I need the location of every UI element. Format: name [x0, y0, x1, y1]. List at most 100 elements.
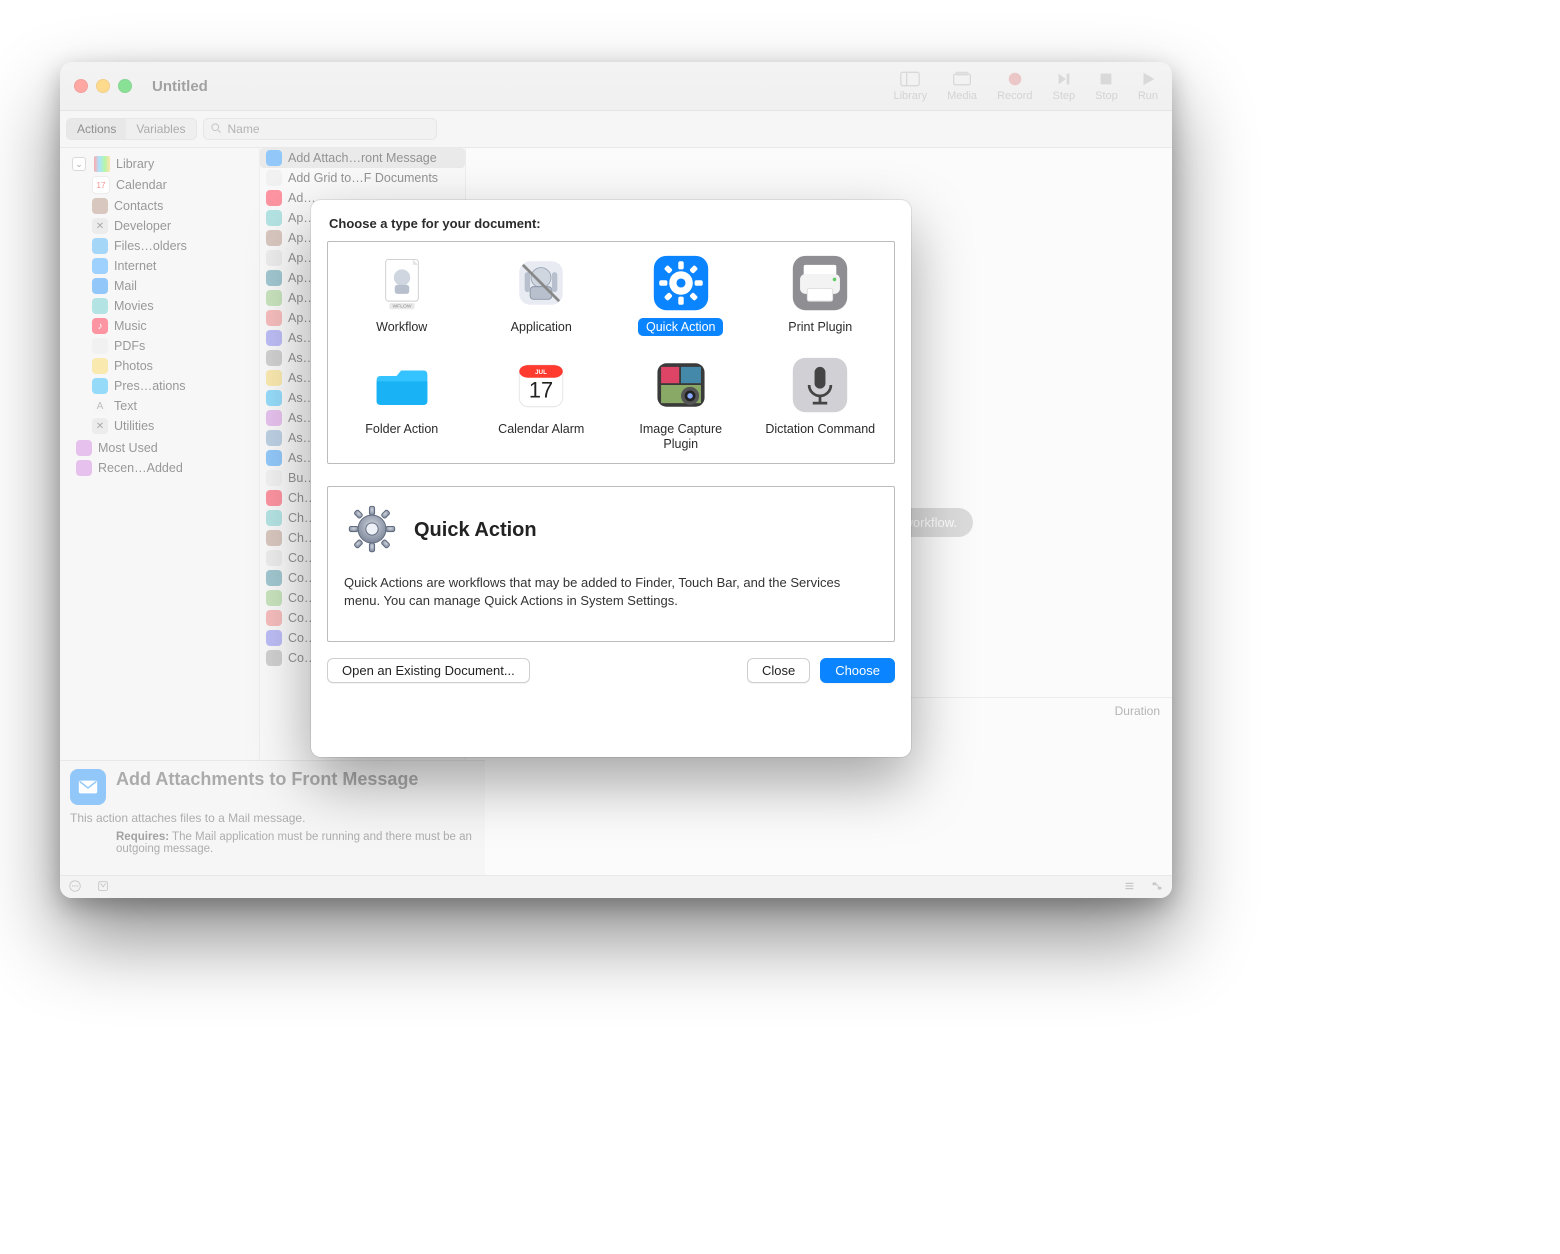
- detail-subtitle: This action attaches files to a Mail mes…: [70, 811, 475, 825]
- action-label: Add Attach…ront Message: [288, 151, 437, 165]
- sidebar-item-mail[interactable]: Mail: [62, 276, 257, 296]
- action-icon: [266, 230, 282, 246]
- mail-icon: [92, 278, 108, 294]
- type-workflow[interactable]: WFLOWWorkflow: [332, 248, 472, 336]
- sidebar-item-files-folders[interactable]: Files…olders: [62, 236, 257, 256]
- window-title: Untitled: [152, 78, 208, 95]
- detail-requires: Requires: The Mail application must be r…: [70, 831, 475, 855]
- type-quick-action[interactable]: Quick Action: [611, 248, 751, 336]
- type-label: Image Capture Plugin: [615, 420, 747, 453]
- sidebar-item-photos[interactable]: Photos: [62, 356, 257, 376]
- action-icon: [266, 270, 282, 286]
- action-icon: [266, 210, 282, 226]
- library-subbar: Actions Variables: [60, 111, 1172, 148]
- type-application[interactable]: Application: [472, 248, 612, 336]
- type-dictation-command[interactable]: Dictation Command: [751, 350, 891, 453]
- internet-icon: [92, 258, 108, 274]
- action-icon: [266, 530, 282, 546]
- desc-text: Quick Actions are workflows that may be …: [344, 574, 878, 609]
- action-icon: [266, 450, 282, 466]
- window-controls: [74, 79, 132, 93]
- action-icon: [266, 250, 282, 266]
- mail-icon: [70, 769, 106, 805]
- run-button[interactable]: Run: [1138, 70, 1158, 102]
- text-icon: A: [92, 398, 108, 414]
- crossed-tools-icon: ✕: [92, 218, 108, 234]
- status-info-icon[interactable]: [68, 879, 82, 896]
- svg-text:JUL: JUL: [535, 370, 547, 377]
- segment-variables[interactable]: Variables: [126, 119, 195, 139]
- action-icon: [266, 390, 282, 406]
- action-icon: [266, 490, 282, 506]
- sidebar-item-most-used[interactable]: Most Used: [62, 438, 257, 458]
- choose-button[interactable]: Choose: [820, 658, 895, 683]
- search-icon: [210, 122, 222, 137]
- gear-icon: [344, 501, 400, 560]
- action-icon: [266, 610, 282, 626]
- sidebar-item-presentations[interactable]: Pres…ations: [62, 376, 257, 396]
- calendar-icon: 17: [92, 176, 110, 194]
- photos-icon: [92, 358, 108, 374]
- type-folder-action-icon: [373, 356, 431, 414]
- stop-button[interactable]: Stop: [1095, 70, 1118, 102]
- search-input[interactable]: [226, 121, 410, 137]
- record-button[interactable]: Record: [997, 70, 1032, 102]
- type-calendar-alarm[interactable]: JUL17Calendar Alarm: [472, 350, 612, 453]
- segment-actions[interactable]: Actions: [67, 119, 126, 139]
- media-button[interactable]: Media: [947, 70, 977, 102]
- status-list-icon[interactable]: [1122, 879, 1136, 896]
- library-button[interactable]: Library: [893, 70, 927, 102]
- type-image-capture-plugin[interactable]: Image Capture Plugin: [611, 350, 751, 453]
- status-variables-icon[interactable]: [96, 879, 110, 896]
- close-button[interactable]: Close: [747, 658, 810, 683]
- smart-folder-icon: [76, 440, 92, 456]
- action-icon: [266, 350, 282, 366]
- type-label: Print Plugin: [780, 318, 860, 336]
- finder-icon: [92, 238, 108, 254]
- action-item[interactable]: Add Attach…ront Message: [260, 148, 465, 168]
- type-label: Dictation Command: [757, 420, 883, 438]
- open-existing-button[interactable]: Open an Existing Document...: [327, 658, 530, 683]
- play-icon: [1138, 70, 1158, 88]
- type-folder-action[interactable]: Folder Action: [332, 350, 472, 453]
- sidebar-item-contacts[interactable]: Contacts: [62, 196, 257, 216]
- action-icon: [266, 410, 282, 426]
- minimize-window-button[interactable]: [96, 79, 110, 93]
- type-image-capture-plugin-icon: [652, 356, 710, 414]
- type-print-plugin[interactable]: Print Plugin: [751, 248, 891, 336]
- action-icon: [266, 310, 282, 326]
- status-flow-icon[interactable]: [1150, 879, 1164, 896]
- type-label: Workflow: [368, 318, 435, 336]
- sidebar-item-pdfs[interactable]: PDFs: [62, 336, 257, 356]
- music-icon: ♪: [92, 318, 108, 334]
- media-icon: [952, 70, 972, 88]
- step-button[interactable]: Step: [1053, 70, 1076, 102]
- type-print-plugin-icon: [791, 254, 849, 312]
- action-icon: [266, 150, 282, 166]
- sidebar-item-utilities[interactable]: ✕Utilities: [62, 416, 257, 436]
- zoom-window-button[interactable]: [118, 79, 132, 93]
- sidebar-item-developer[interactable]: ✕Developer: [62, 216, 257, 236]
- library-root[interactable]: ⌄ Library: [62, 154, 257, 174]
- sidebar-item-internet[interactable]: Internet: [62, 256, 257, 276]
- contacts-icon: [92, 198, 108, 214]
- type-grid-container: WFLOWWorkflowApplicationQuick Action Prin…: [327, 241, 895, 464]
- sidebar-item-text[interactable]: AText: [62, 396, 257, 416]
- sidebar-item-music[interactable]: ♪Music: [62, 316, 257, 336]
- action-icon: [266, 590, 282, 606]
- sheet-buttons: Open an Existing Document... Close Choos…: [327, 658, 895, 683]
- type-quick-action-icon: [652, 254, 710, 312]
- sidebar-item-calendar[interactable]: 17Calendar: [62, 174, 257, 196]
- action-icon: [266, 430, 282, 446]
- disclosure-icon[interactable]: ⌄: [72, 157, 86, 171]
- search-field[interactable]: [203, 118, 437, 140]
- desc-title: Quick Action: [414, 519, 537, 542]
- type-description-box: Quick Action Quick Actions are workflows…: [327, 486, 895, 642]
- sidebar-item-movies[interactable]: Movies: [62, 296, 257, 316]
- titlebar: Untitled Library Media Record Step: [60, 62, 1172, 111]
- close-window-button[interactable]: [74, 79, 88, 93]
- sidebar-item-recently-added[interactable]: Recen…Added: [62, 458, 257, 478]
- action-item[interactable]: Add Grid to…F Documents: [260, 168, 465, 188]
- toolbar: Library Media Record Step Stop: [893, 70, 1158, 102]
- action-label: Ad…: [288, 191, 316, 205]
